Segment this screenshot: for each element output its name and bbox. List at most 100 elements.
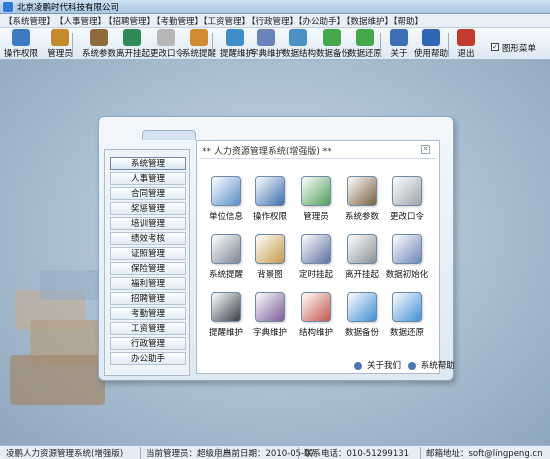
toolbar-separator [448, 33, 449, 57]
system-help-link[interactable]: 系统帮助 [407, 361, 455, 371]
toolbar-button-password[interactable]: 更改口令 [150, 29, 185, 59]
tile-structure-maint[interactable]: 结构维护 [290, 292, 342, 338]
status-admin: 当前管理员：超级用户 [146, 449, 232, 459]
nav-recruitment[interactable]: 招聘管理 [110, 292, 186, 305]
tile-label: 定时挂起 [298, 270, 333, 280]
menu-attendance[interactable]: 【考勤管理】 [152, 15, 203, 27]
operation-permission-icon [255, 176, 285, 206]
nav-contract[interactable]: 合同管理 [110, 187, 186, 200]
toolbar-separator [380, 33, 381, 57]
nav-system[interactable]: 系统管理 [110, 157, 186, 170]
toolbar-button-label: 数据还原 [348, 49, 383, 59]
toolbar-button-settings[interactable]: 系统参数 [82, 29, 116, 59]
toolbar-button-reminder[interactable]: 系统提醒 [182, 29, 216, 59]
panel-title: ** 人力资源管理系统(增强版) ** [202, 147, 332, 157]
administrator-icon [301, 176, 331, 206]
toolbar-button-backup[interactable]: 数据备份 [316, 29, 350, 59]
toolbar-button-label: 数据结构 [282, 49, 317, 59]
tile-change-password[interactable]: 更改口令 [381, 176, 433, 222]
toolbar-button-label: 关于 [390, 49, 408, 59]
data-structure-icon [289, 29, 307, 46]
tile-data-restore[interactable]: 数据还原 [381, 292, 433, 338]
nav-admin[interactable]: 行政管理 [110, 337, 186, 350]
toolbar-button-label: 更改口令 [150, 49, 185, 59]
menu-admin[interactable]: 【行政管理】 [247, 15, 298, 27]
tile-label: 结构维护 [298, 328, 333, 338]
toolbar-button-dictionary[interactable]: 字典维护 [250, 29, 284, 59]
graphic-menu-checkbox[interactable]: ✓ [491, 43, 499, 51]
toolbar-button-exit[interactable]: 退出 [454, 29, 478, 59]
toolbar-button-restore[interactable]: 数据还原 [348, 29, 382, 59]
nav-rewards[interactable]: 奖惩管理 [110, 202, 186, 215]
password-icon [157, 29, 175, 46]
toolbar-button-about[interactable]: 关于 [388, 29, 410, 59]
nav-salary[interactable]: 工资管理 [110, 322, 186, 335]
status-phone: 联系电话：010-51299131 [304, 449, 410, 459]
menu-recruitment[interactable]: 【招聘管理】 [104, 15, 155, 27]
tile-label: 背景图 [257, 270, 283, 280]
status-separator [298, 447, 299, 459]
toolbar-button-label: 提醒维护 [220, 49, 255, 59]
company-info-icon [211, 176, 241, 206]
nav-office[interactable]: 办公助手 [110, 352, 186, 365]
status-separator [140, 447, 141, 459]
reminder-maintain-icon [226, 29, 244, 46]
tile-dict-maint[interactable]: 字典维护 [244, 292, 296, 338]
title-bar: 北京凌鹏时代科技有限公司 [0, 0, 550, 14]
nav-insurance[interactable]: 保险管理 [110, 262, 186, 275]
toolbar-button-user-key[interactable]: 操作权限 [4, 29, 38, 59]
tile-background-image[interactable]: 背景图 [244, 234, 296, 280]
about-icon [354, 361, 362, 370]
menu-salary[interactable]: 【工资管理】 [199, 15, 250, 27]
toolbar-button-label: 退出 [457, 49, 475, 59]
system-reminder-icon [211, 234, 241, 264]
about-us-link[interactable]: 关于我们 [354, 361, 401, 371]
toolbar-button-reminder-maintain[interactable]: 提醒维护 [220, 29, 255, 59]
background-image-icon [255, 234, 285, 264]
tile-label: 数据初始化 [385, 270, 429, 280]
nav-performance[interactable]: 绩效考核 [110, 232, 186, 245]
tile-data-init[interactable]: 数据初始化 [381, 234, 433, 280]
nav-training[interactable]: 培训管理 [110, 217, 186, 230]
tile-operation-permission[interactable]: 操作权限 [244, 176, 296, 222]
menu-help[interactable]: 【帮助】 [389, 15, 423, 27]
menu-office[interactable]: 【办公助手】 [294, 15, 345, 27]
tile-administrator[interactable]: 管理员 [290, 176, 342, 222]
toolbar-button-label: 使用帮助 [414, 49, 449, 59]
nav-attendance[interactable]: 考勤管理 [110, 307, 186, 320]
status-date: 当前日期：2010-05-07 [223, 449, 315, 459]
toolbar-button-label: 系统提醒 [182, 49, 217, 59]
toolbar-button-help[interactable]: 使用帮助 [414, 29, 448, 59]
suspend-icon [123, 29, 141, 46]
system-params-icon [347, 176, 377, 206]
tile-timed-suspend[interactable]: 定时挂起 [290, 234, 342, 280]
tile-label: 更改口令 [389, 212, 424, 222]
admin-icon [51, 29, 69, 46]
menu-data[interactable]: 【数据维护】 [342, 15, 393, 27]
nav-certificates[interactable]: 证照管理 [110, 247, 186, 260]
window-title: 北京凌鹏时代科技有限公司 [17, 3, 120, 13]
toolbar-button-data-structure[interactable]: 数据结构 [282, 29, 317, 59]
data-restore-icon [392, 292, 422, 322]
change-password-icon [392, 176, 422, 206]
timed-suspend-icon [301, 234, 331, 264]
menu-system[interactable]: 【系统管理】 [4, 15, 55, 27]
tile-label: 离开挂起 [344, 270, 379, 280]
title-divider [200, 158, 436, 159]
tile-label: 提醒维护 [208, 328, 243, 338]
data-backup-icon [347, 292, 377, 322]
tile-label: 单位信息 [208, 212, 243, 222]
nav-welfare[interactable]: 福利管理 [110, 277, 186, 290]
data-init-icon [392, 234, 422, 264]
tile-label: 系统提醒 [208, 270, 243, 280]
dictionary-icon [257, 29, 275, 46]
toolbar-button-suspend[interactable]: 离开挂起 [116, 29, 150, 59]
nav-personnel[interactable]: 人事管理 [110, 172, 186, 185]
menu-personnel[interactable]: 【人事管理】 [55, 15, 106, 27]
status-app-name: 凌鹏人力资源管理系统(增强版) [6, 449, 124, 459]
status-separator [420, 447, 421, 459]
close-icon[interactable]: ✕ [421, 145, 430, 154]
about-icon [390, 29, 408, 46]
module-nav: 系统管理 人事管理 合同管理 奖惩管理 培训管理 绩效考核 证照管理 保险管理 … [104, 149, 190, 376]
tile-label: 字典维护 [252, 328, 287, 338]
